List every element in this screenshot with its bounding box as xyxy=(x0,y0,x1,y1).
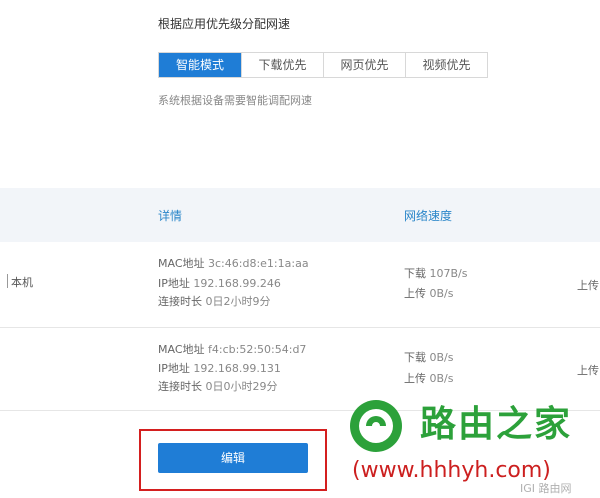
upload-speed: 上传 0B/s xyxy=(404,370,453,386)
upload-label: 上传 xyxy=(404,287,426,300)
ip-value: 192.168.99.131 xyxy=(193,362,281,375)
watermark-logo-icon xyxy=(350,400,402,452)
ip-label: IP地址 xyxy=(158,277,190,290)
tab-download-priority[interactable]: 下载优先 xyxy=(241,53,323,77)
device-name: 本机 xyxy=(11,276,33,289)
ip-line: IP地址 192.168.99.246 xyxy=(158,275,281,291)
duration-line: 连接时长 0日0小时29分 xyxy=(158,378,278,394)
upload-limit-partial: 上传 xyxy=(577,364,599,377)
tab-smart-mode[interactable]: 智能模式 xyxy=(159,53,241,77)
download-label: 下载 xyxy=(404,267,426,280)
priority-hint: 系统根据设备需要智能调配网速 xyxy=(158,94,312,107)
header-speed: 网络速度 xyxy=(404,209,453,223)
priority-title: 根据应用优先级分配网速 xyxy=(158,17,291,31)
mac-line: MAC地址 3c:46:d8:e1:1a:aa xyxy=(158,255,309,271)
download-value: 0B/s xyxy=(429,351,454,364)
upload-value: 0B/s xyxy=(429,287,454,300)
row-separator xyxy=(0,327,600,328)
download-value: 107B/s xyxy=(429,267,468,280)
row-divider-mark xyxy=(7,274,8,288)
ip-line: IP地址 192.168.99.131 xyxy=(158,360,281,376)
upload-label: 上传 xyxy=(404,372,426,385)
mac-label: MAC地址 xyxy=(158,343,205,356)
upload-value: 0B/s xyxy=(429,372,454,385)
duration-label: 连接时长 xyxy=(158,380,202,393)
duration-label: 连接时长 xyxy=(158,295,202,308)
duration-value: 0日2小时9分 xyxy=(205,295,271,308)
download-label: 下载 xyxy=(404,351,426,364)
edit-button[interactable]: 编辑 xyxy=(158,443,308,473)
tab-web-priority[interactable]: 网页优先 xyxy=(323,53,405,77)
table-header xyxy=(0,188,600,242)
ip-value: 192.168.99.246 xyxy=(193,277,281,290)
priority-mode-tabs: 智能模式 下载优先 网页优先 视频优先 xyxy=(158,52,488,78)
download-speed: 下载 0B/s xyxy=(404,349,453,365)
duration-line: 连接时长 0日2小时9分 xyxy=(158,293,271,309)
watermark-brand: 路由之家 xyxy=(420,404,573,445)
mac-value: f4:cb:52:50:54:d7 xyxy=(208,343,307,356)
tab-video-priority[interactable]: 视频优先 xyxy=(405,53,487,77)
ip-label: IP地址 xyxy=(158,362,190,375)
mac-line: MAC地址 f4:cb:52:50:54:d7 xyxy=(158,341,306,357)
duration-value: 0日0小时29分 xyxy=(205,380,278,393)
upload-limit-partial: 上传 xyxy=(577,279,599,292)
mac-value: 3c:46:d8:e1:1a:aa xyxy=(208,257,309,270)
upload-speed: 上传 0B/s xyxy=(404,285,453,301)
download-speed: 下载 107B/s xyxy=(404,265,467,281)
header-detail: 详情 xyxy=(158,209,183,223)
mac-label: MAC地址 xyxy=(158,257,205,270)
watermark-small: IGI 路由网 xyxy=(520,482,572,495)
